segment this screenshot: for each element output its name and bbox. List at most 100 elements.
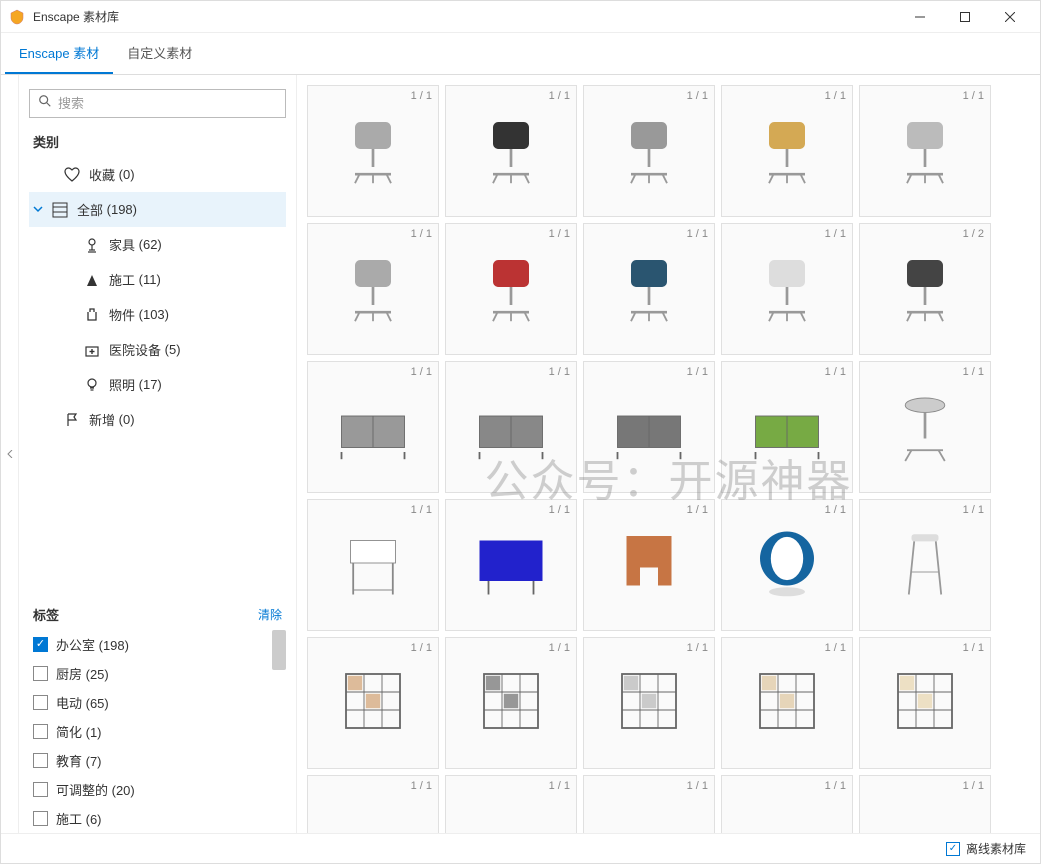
tag-checkbox[interactable] [33,666,48,681]
category-new[interactable]: 新增 (0) [29,402,286,437]
category-medical[interactable]: 医院设备 (5) [29,332,286,367]
category-label: 家具 [109,235,135,254]
tile-badge: 1 / 1 [411,780,432,792]
tag-checkbox[interactable] [33,637,48,652]
tag-item[interactable]: 简化 (1) [29,717,286,746]
sidebar-collapse-handle[interactable] [1,75,19,833]
tile-badge: 1 / 1 [687,90,708,102]
chevron-down-icon[interactable] [33,202,47,217]
search-input[interactable] [58,96,277,111]
asset-thumbnail [604,518,694,613]
asset-tile[interactable]: 1 / 1 [307,85,439,217]
asset-grid: 1 / 11 / 11 / 11 / 11 / 11 / 11 / 11 / 1… [307,85,1030,833]
asset-tile[interactable]: 1 / 1 [721,637,853,769]
asset-thumbnail [328,794,418,834]
category-header: 类别 [33,132,286,151]
maximize-button[interactable] [942,2,987,32]
tag-item[interactable]: 电动 (65) [29,688,286,717]
asset-tile[interactable]: 1 / 1 [583,637,715,769]
asset-thumbnail [328,656,418,751]
tile-badge: 1 / 1 [963,780,984,792]
category-construction[interactable]: 施工 (11) [29,262,286,297]
tile-badge: 1 / 1 [963,366,984,378]
asset-tile[interactable]: 1 / 1 [859,499,991,631]
object-icon [83,307,101,323]
tag-list: 办公室 (198) 厨房 (25) 电动 (65)简化 (1)教育 (7)可调整的 … [29,630,286,833]
tag-item[interactable]: 可调整的 (20) [29,775,286,804]
asset-thumbnail [742,104,832,199]
asset-tile[interactable]: 1 / 1 [445,637,577,769]
asset-tile[interactable]: 1 / 1 [445,85,577,217]
tag-checkbox[interactable] [33,695,48,710]
category-all[interactable]: 全部 (198) [29,192,286,227]
offline-checkbox[interactable] [946,842,960,856]
asset-thumbnail [328,380,418,475]
asset-tile[interactable]: 1 / 1 [859,775,991,833]
asset-tile[interactable]: 1 / 1 [859,361,991,493]
category-objects[interactable]: 物件 (103) [29,297,286,332]
titlebar: Enscape 素材库 [1,1,1040,33]
category-lighting[interactable]: 照明 (17) [29,367,286,402]
asset-tile[interactable]: 1 / 1 [445,775,577,833]
tag-checkbox[interactable] [33,724,48,739]
asset-tile[interactable]: 1 / 1 [307,361,439,493]
asset-tile[interactable]: 1 / 1 [721,499,853,631]
tag-checkbox[interactable] [33,811,48,826]
asset-thumbnail [880,794,970,834]
search-box[interactable] [29,89,286,118]
asset-tile[interactable]: 1 / 1 [859,85,991,217]
asset-tile[interactable]: 1 / 1 [583,361,715,493]
asset-tile[interactable]: 1 / 1 [583,775,715,833]
asset-thumbnail [466,242,556,337]
tags-header: 标签 清除 [33,605,282,624]
tag-item[interactable]: 厨房 (25) [29,659,286,688]
tile-badge: 1 / 1 [411,366,432,378]
tags-clear-button[interactable]: 清除 [258,606,282,623]
tag-checkbox[interactable] [33,753,48,768]
asset-tile[interactable]: 1 / 1 [445,499,577,631]
asset-tile[interactable]: 1 / 1 [307,223,439,355]
asset-thumbnail [604,380,694,475]
tag-item[interactable]: 施工 (6) [29,804,286,833]
asset-gallery[interactable]: 1 / 11 / 11 / 11 / 11 / 11 / 11 / 11 / 1… [297,75,1040,833]
category-count: (17) [139,377,162,392]
asset-tile[interactable]: 1 / 1 [307,775,439,833]
tab-custom-assets[interactable]: 自定义素材 [113,33,206,74]
tile-badge: 1 / 2 [963,228,984,240]
asset-tile[interactable]: 1 / 1 [721,85,853,217]
asset-tile[interactable]: 1 / 1 [721,361,853,493]
close-button[interactable] [987,2,1032,32]
asset-tile[interactable]: 1 / 1 [445,361,577,493]
asset-thumbnail [328,518,418,613]
tile-badge: 1 / 1 [549,642,570,654]
category-count: (0) [119,412,135,427]
asset-tile[interactable]: 1 / 1 [307,637,439,769]
asset-tile[interactable]: 1 / 1 [583,223,715,355]
category-favorites[interactable]: 收藏 (0) [29,157,286,192]
asset-tile[interactable]: 1 / 1 [307,499,439,631]
asset-thumbnail [880,380,970,475]
tag-item[interactable]: 教育 (7) [29,746,286,775]
asset-tile[interactable]: 1 / 1 [583,499,715,631]
asset-tile[interactable]: 1 / 2 [859,223,991,355]
category-count: (103) [139,307,169,322]
category-furniture[interactable]: 家具 (62) [29,227,286,262]
tab-enscape-assets[interactable]: Enscape 素材 [5,33,113,74]
minimize-button[interactable] [897,2,942,32]
asset-tile[interactable]: 1 / 1 [721,223,853,355]
asset-tile[interactable]: 1 / 1 [859,637,991,769]
tag-item[interactable]: 办公室 (198) [29,630,286,659]
category-label: 收藏 [89,165,115,184]
tile-badge: 1 / 1 [549,780,570,792]
scrollbar[interactable] [272,630,286,670]
asset-tile[interactable]: 1 / 1 [583,85,715,217]
asset-thumbnail [466,794,556,834]
asset-tile[interactable]: 1 / 1 [721,775,853,833]
tile-badge: 1 / 1 [549,504,570,516]
tag-label: 厨房 (25) [56,664,109,683]
category-label: 医院设备 [109,340,161,359]
tag-checkbox[interactable] [33,782,48,797]
asset-thumbnail [328,104,418,199]
tile-badge: 1 / 1 [825,366,846,378]
asset-tile[interactable]: 1 / 1 [445,223,577,355]
